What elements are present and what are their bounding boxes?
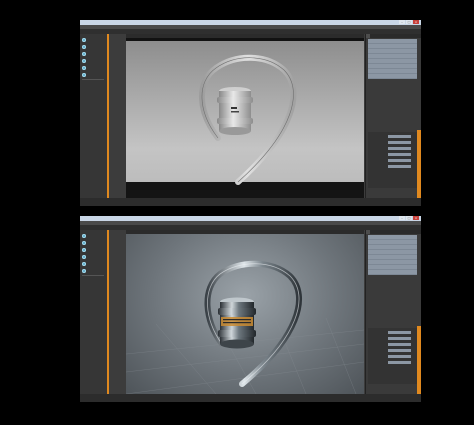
divider bbox=[82, 275, 104, 276]
item-list-panel bbox=[365, 34, 421, 200]
property-field[interactable] bbox=[388, 164, 411, 168]
tool-button[interactable] bbox=[82, 240, 104, 245]
panel-tabs bbox=[366, 34, 421, 38]
property-field[interactable] bbox=[388, 360, 411, 364]
property-row bbox=[368, 342, 417, 346]
property-row bbox=[368, 164, 417, 168]
tool-button[interactable] bbox=[82, 72, 104, 77]
property-row bbox=[368, 146, 417, 150]
minimize-button[interactable]: – bbox=[399, 216, 405, 220]
tool-option[interactable] bbox=[82, 278, 104, 281]
tool-button[interactable] bbox=[82, 58, 104, 63]
tool-icon bbox=[82, 268, 86, 273]
tool-button[interactable] bbox=[82, 233, 104, 238]
item-list-panel bbox=[365, 230, 421, 396]
tool-option[interactable] bbox=[82, 82, 104, 85]
tool-option[interactable] bbox=[82, 290, 104, 293]
tool-option[interactable] bbox=[82, 90, 104, 93]
modo-window-top: – □ × bbox=[80, 20, 421, 206]
close-button[interactable]: × bbox=[413, 20, 419, 24]
tool-icon bbox=[82, 254, 86, 259]
tool-panel bbox=[80, 34, 108, 198]
property-field[interactable] bbox=[388, 348, 411, 352]
property-row bbox=[368, 152, 417, 156]
tool-icon bbox=[82, 233, 86, 238]
3d-viewport[interactable] bbox=[126, 230, 364, 394]
property-field[interactable] bbox=[388, 330, 411, 334]
tool-button[interactable] bbox=[82, 268, 104, 273]
property-row bbox=[368, 336, 417, 340]
property-field[interactable] bbox=[388, 134, 411, 138]
property-field[interactable] bbox=[388, 152, 411, 156]
property-field[interactable] bbox=[388, 146, 411, 150]
divider bbox=[82, 79, 104, 80]
panel-tab[interactable] bbox=[374, 34, 378, 38]
property-row bbox=[368, 134, 417, 138]
property-row bbox=[368, 140, 417, 144]
tool-button[interactable] bbox=[82, 65, 104, 70]
tool-icon bbox=[82, 247, 86, 252]
minimize-button[interactable]: – bbox=[399, 20, 405, 24]
maximize-button[interactable]: □ bbox=[406, 20, 412, 24]
property-row bbox=[368, 354, 417, 358]
tool-button[interactable] bbox=[82, 254, 104, 259]
property-field[interactable] bbox=[388, 140, 411, 144]
tool-button[interactable] bbox=[82, 44, 104, 49]
status-bar bbox=[80, 198, 421, 206]
tool-button[interactable] bbox=[82, 247, 104, 252]
property-field[interactable] bbox=[388, 336, 411, 340]
model-preview bbox=[199, 54, 297, 185]
item-list bbox=[368, 39, 417, 79]
properties-panel bbox=[368, 328, 417, 384]
properties-panel bbox=[368, 132, 417, 188]
tool-option[interactable] bbox=[82, 94, 104, 97]
tool-panel bbox=[80, 230, 108, 394]
accent-strip bbox=[417, 130, 421, 200]
tool-button[interactable] bbox=[82, 37, 104, 42]
accent-strip bbox=[107, 34, 109, 198]
property-field[interactable] bbox=[388, 158, 411, 162]
property-row bbox=[368, 330, 417, 334]
model-render bbox=[126, 260, 364, 394]
accent-strip bbox=[417, 326, 421, 396]
tool-icon bbox=[82, 37, 86, 42]
maximize-button[interactable]: □ bbox=[406, 216, 412, 220]
list-item[interactable] bbox=[368, 74, 417, 79]
panel-tabs bbox=[366, 230, 421, 234]
tool-icon bbox=[82, 72, 86, 77]
tool-option[interactable] bbox=[82, 86, 104, 89]
item-list bbox=[368, 235, 417, 275]
tool-icon bbox=[82, 51, 86, 56]
tool-icon bbox=[82, 44, 86, 49]
tool-icon bbox=[82, 65, 86, 70]
tool-button[interactable] bbox=[82, 261, 104, 266]
tool-icon bbox=[82, 58, 86, 63]
property-row bbox=[368, 360, 417, 364]
tool-option[interactable] bbox=[82, 286, 104, 289]
property-field[interactable] bbox=[388, 342, 411, 346]
tool-icon bbox=[82, 261, 86, 266]
property-row bbox=[368, 348, 417, 352]
tool-option[interactable] bbox=[82, 282, 104, 285]
accent-strip bbox=[107, 230, 109, 394]
earcup-shape bbox=[218, 297, 256, 349]
list-item[interactable] bbox=[368, 270, 417, 275]
status-bar bbox=[80, 394, 421, 402]
modo-window-bottom: – □ × bbox=[80, 216, 421, 402]
tool-button[interactable] bbox=[82, 51, 104, 56]
property-row bbox=[368, 158, 417, 162]
3d-viewport[interactable] bbox=[126, 34, 364, 198]
tool-icon bbox=[82, 240, 86, 245]
property-field[interactable] bbox=[388, 354, 411, 358]
close-button[interactable]: × bbox=[413, 216, 419, 220]
viewport-top-frame bbox=[126, 38, 364, 41]
panel-tab[interactable] bbox=[374, 230, 378, 234]
earcup-shape bbox=[217, 87, 253, 135]
